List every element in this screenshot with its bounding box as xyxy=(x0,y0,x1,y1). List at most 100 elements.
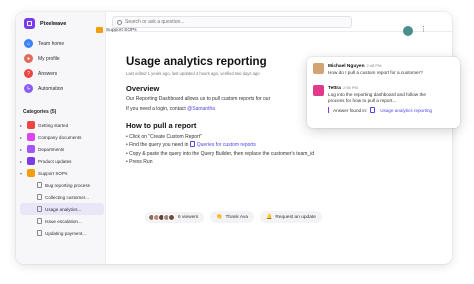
brand[interactable]: Pixelwave xyxy=(24,18,66,29)
nav-item-answers[interactable]: ? Answers xyxy=(24,66,102,81)
home-icon: ⌂ xyxy=(24,39,33,48)
page-title: Usage analytics reporting xyxy=(126,56,267,68)
doc-item-issue-escalation[interactable]: Issue escalation... xyxy=(20,215,104,227)
nav-item-label: Automation xyxy=(38,85,64,92)
categories-list: ▸ Getting started ▸ Company documents ▸ … xyxy=(20,119,104,239)
nav-item-my-profile[interactable]: ● My profile xyxy=(24,51,102,66)
list-item: Press Run xyxy=(126,158,326,166)
doc-item-label: Usage analytics... xyxy=(45,206,82,212)
category-product-updates[interactable]: ▸ Product updates xyxy=(20,155,104,167)
message-text: process for how to pull a report... xyxy=(328,98,397,104)
doc-item-updating-payment[interactable]: Updating payment... xyxy=(20,227,104,239)
nav-item-label: My profile xyxy=(38,55,60,62)
step-text: Find the query you need in xyxy=(129,142,189,149)
howto-heading: How to pull a report xyxy=(126,121,197,130)
overview-heading: Overview xyxy=(126,84,160,93)
answer-label: Answer found in: xyxy=(333,107,368,113)
avatar[interactable] xyxy=(403,26,413,36)
message-author: Michael Nguyen 2:48 PM xyxy=(328,63,423,69)
search-icon xyxy=(117,19,122,25)
category-label: Getting started xyxy=(38,122,69,128)
answer-source: Answer found in: Usage analytics reporti… xyxy=(328,107,432,114)
list-item: Copy & paste the query into the Query Bu… xyxy=(126,150,326,158)
list-item: Find the query you need in Queries for c… xyxy=(126,141,326,149)
caret-right-icon[interactable]: ▸ xyxy=(20,123,24,128)
category-support-sops[interactable]: ▾ Support SOPs xyxy=(20,167,104,179)
doc-item-usage-analytics[interactable]: Usage analytics... xyxy=(20,203,104,215)
contact-text: If you need a login, contact xyxy=(126,106,188,112)
document-icon xyxy=(189,141,195,148)
doc-item-label: Updating payment... xyxy=(45,230,87,236)
document-icon xyxy=(370,107,376,114)
nav-item-automation[interactable]: ϟ Automation xyxy=(24,81,102,96)
category-label: Company documents xyxy=(38,134,82,140)
bell-icon: 🔔 xyxy=(266,214,273,220)
doc-item-bug-reporting[interactable]: Bug reporting process xyxy=(20,179,104,191)
pixelwave-logo-icon xyxy=(24,18,35,29)
category-label: Support SOPs xyxy=(38,170,68,176)
avatar xyxy=(168,213,175,221)
doc-item-label: Collecting customer... xyxy=(45,194,89,200)
search-box[interactable] xyxy=(112,16,352,28)
caret-right-icon[interactable]: ▸ xyxy=(20,135,24,140)
caret-right-icon[interactable]: ▸ xyxy=(20,159,24,164)
category-departments[interactable]: ▸ Departments xyxy=(20,143,104,155)
breadcrumb-label: Support SOPs xyxy=(106,27,137,33)
message-time: 2:56 PM xyxy=(342,85,358,90)
chat-popup: Michael Nguyen 2:48 PM How do I pull a cu… xyxy=(307,57,460,128)
breadcrumb[interactable]: Support SOPs xyxy=(96,27,137,33)
clap-icon: 👏 xyxy=(216,214,223,220)
doc-footer: 6 viewers 👏 Thank Ava 🔔 Request an updat… xyxy=(145,211,322,223)
nav-item-team-home[interactable]: ⌂ Team home xyxy=(24,36,102,51)
message-time: 2:48 PM xyxy=(366,63,382,68)
request-update-button[interactable]: 🔔 Request an update xyxy=(260,211,322,223)
top-bar xyxy=(106,12,452,32)
bolt-icon: ϟ xyxy=(24,84,33,93)
more-options-icon[interactable]: ⋮ xyxy=(420,25,427,33)
category-company-documents[interactable]: ▸ Company documents xyxy=(20,131,104,143)
tettra-bot-icon xyxy=(313,85,324,96)
category-color-icon xyxy=(27,121,35,129)
brand-name: Pixelwave xyxy=(40,20,67,27)
categories-title: Categories (5) xyxy=(23,109,57,115)
mention-link[interactable]: @Samantha xyxy=(187,106,215,112)
category-getting-started[interactable]: ▸ Getting started xyxy=(20,119,104,131)
category-label: Product updates xyxy=(38,158,72,164)
viewers-badge[interactable]: 6 viewers xyxy=(145,211,205,223)
doc-meta: Last edited 1 years ago, last updated 4 … xyxy=(126,71,260,76)
doc-item-collecting-customer[interactable]: Collecting customer... xyxy=(20,191,104,203)
contact-paragraph: If you need a login, contact @Samantha xyxy=(126,106,326,113)
queries-doc-link[interactable]: Queries for custom reports xyxy=(189,141,256,149)
document-icon xyxy=(37,182,42,188)
doc-item-label: Issue escalation... xyxy=(45,218,82,224)
category-color-icon xyxy=(27,169,35,177)
chat-message-answer: Tettra 2:56 PM Log into the reporting das… xyxy=(313,85,432,114)
category-color-icon xyxy=(27,145,35,153)
nav-item-label: Answers xyxy=(38,70,58,77)
question-icon: ? xyxy=(24,69,33,78)
thank-button[interactable]: 👏 Thank Ava xyxy=(210,211,255,223)
document-icon xyxy=(37,194,42,200)
category-color-icon xyxy=(27,157,35,165)
doc-item-label: Bug reporting process xyxy=(45,182,90,188)
nav-item-label: Team home xyxy=(38,40,65,47)
category-color-icon xyxy=(27,133,35,141)
author-name: Michael Nguyen xyxy=(328,64,365,69)
document-icon xyxy=(37,230,42,236)
chat-message-question: Michael Nguyen 2:48 PM How do I pull a cu… xyxy=(313,63,423,76)
folder-icon xyxy=(96,27,103,33)
sidebar: Pixelwave ⌂ Team home ● My profile ? Ans… xyxy=(16,12,106,264)
list-item: Click on "Create Custom Report" xyxy=(126,133,326,141)
document-icon xyxy=(37,206,42,212)
search-input[interactable] xyxy=(125,19,325,25)
viewer-avatars xyxy=(148,213,175,221)
main-nav: ⌂ Team home ● My profile ? Answers ϟ Aut… xyxy=(24,36,102,96)
thank-label: Thank Ava xyxy=(225,214,249,220)
document-icon xyxy=(37,218,42,224)
document-body: Usage analytics reporting Last edited 1 … xyxy=(126,56,326,167)
user-icon: ● xyxy=(24,54,33,63)
answer-link[interactable]: Usage analytics reporting xyxy=(380,108,432,113)
link-label: Queries for custom reports xyxy=(196,142,256,149)
caret-down-icon[interactable]: ▾ xyxy=(20,171,24,176)
caret-right-icon[interactable]: ▸ xyxy=(20,147,24,152)
